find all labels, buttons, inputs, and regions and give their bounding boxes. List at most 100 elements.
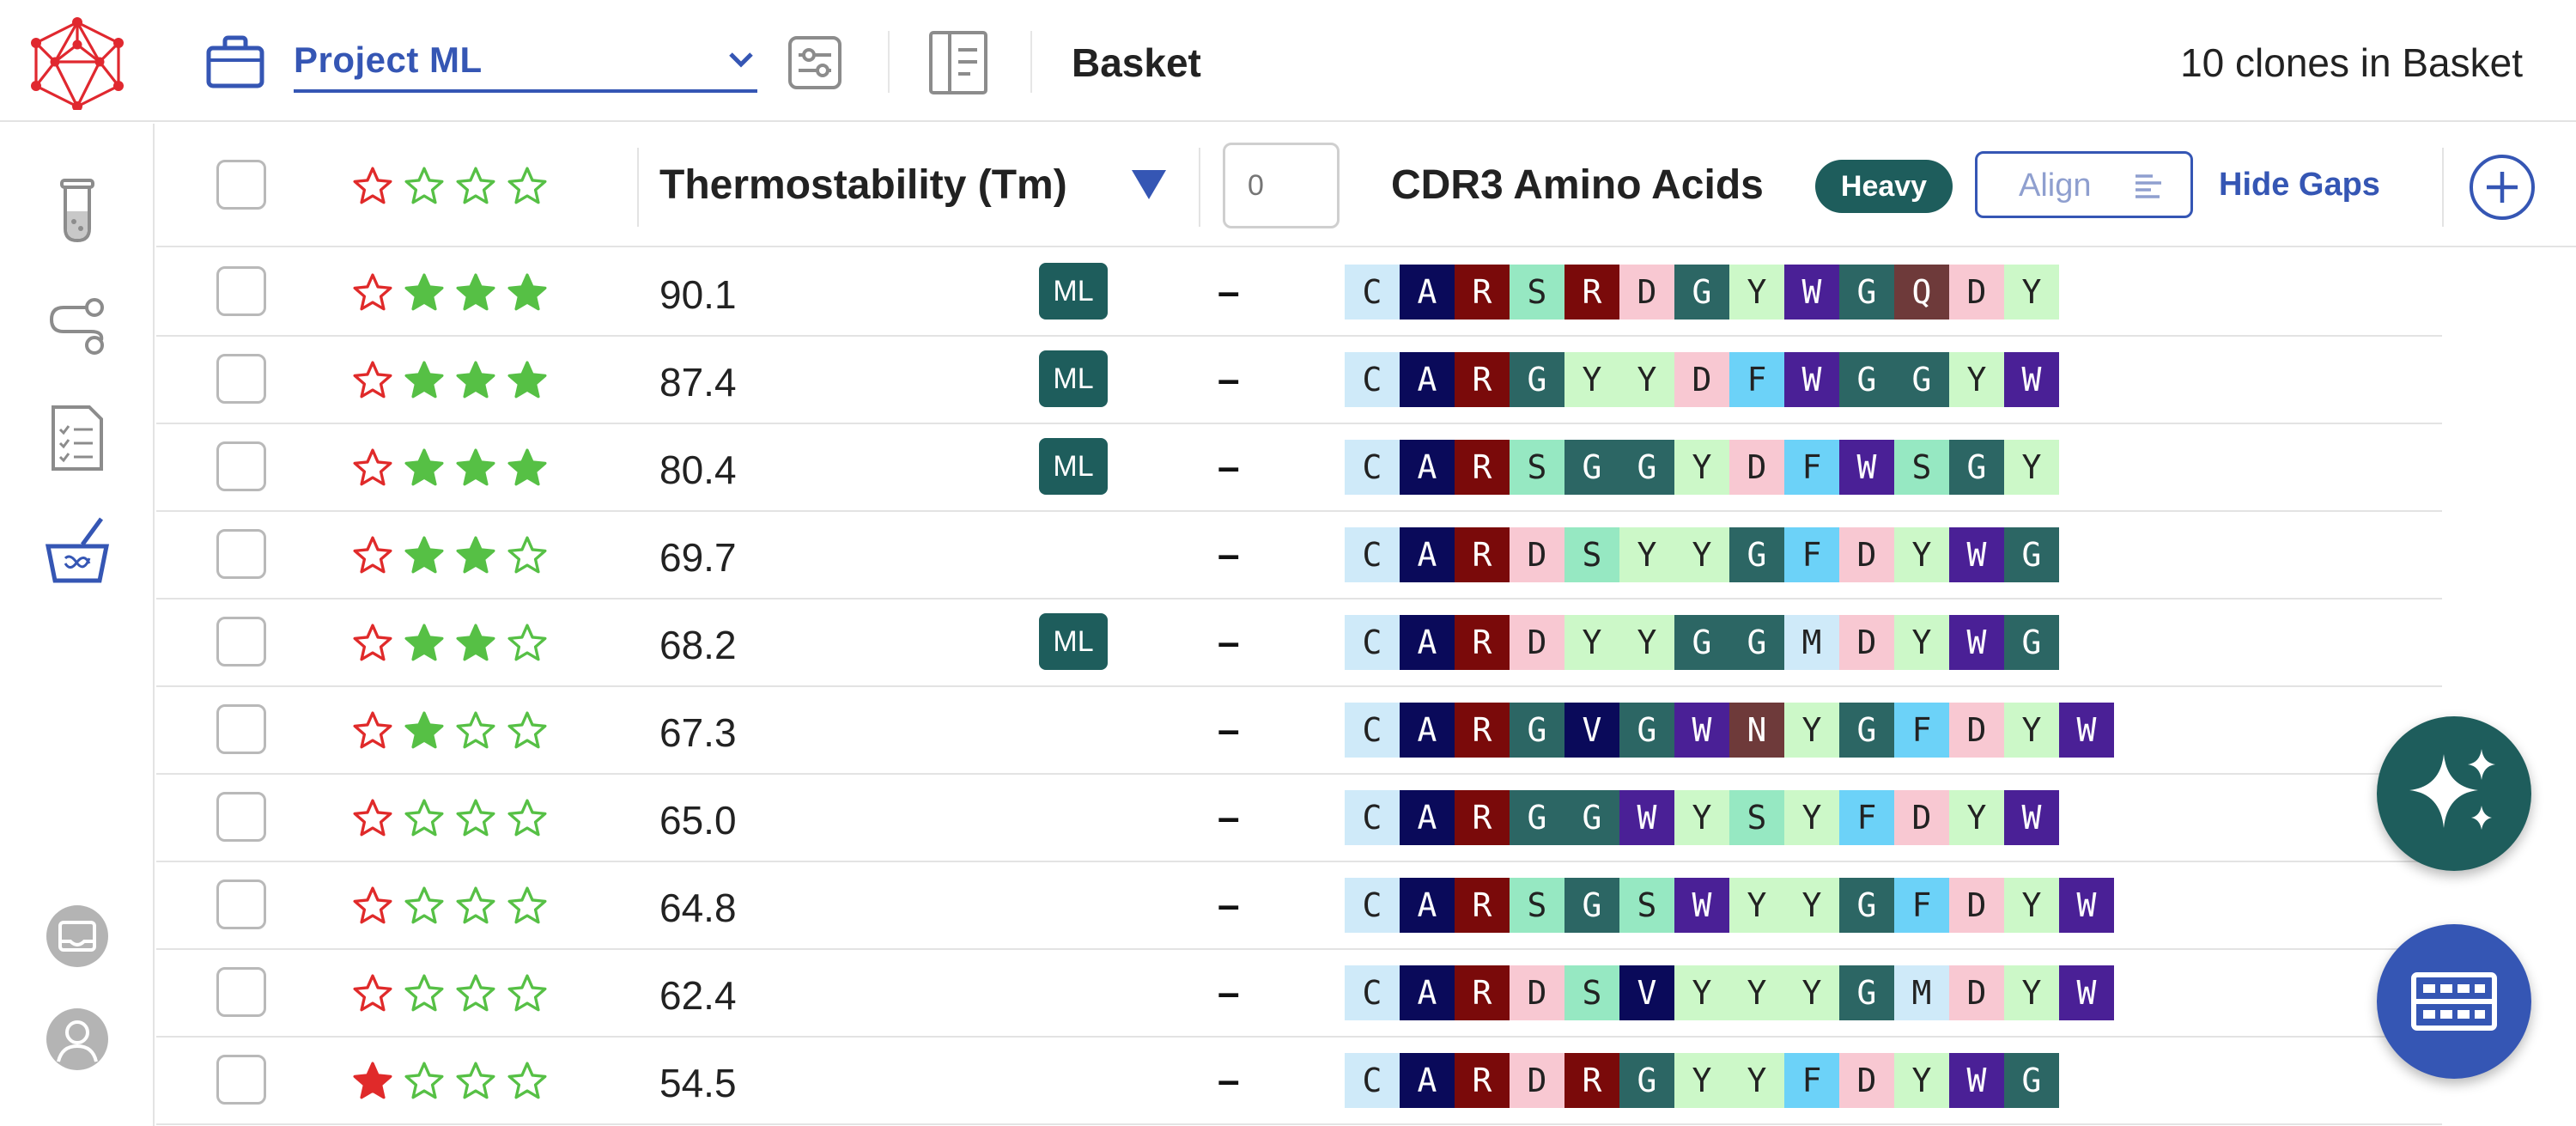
star-filled-icon[interactable] xyxy=(505,359,550,402)
star-filled-icon[interactable] xyxy=(402,359,447,402)
star-outline-icon[interactable] xyxy=(505,622,550,665)
table-row[interactable]: 69.7– C A R D S Y Y G F D Y W G xyxy=(156,512,2442,600)
star-filled-icon[interactable] xyxy=(402,271,447,314)
star-filled-icon[interactable] xyxy=(402,622,447,665)
star-outline-icon[interactable] xyxy=(453,797,498,840)
chain-heavy-toggle[interactable]: Heavy xyxy=(1815,160,1953,213)
test-tube-icon[interactable] xyxy=(43,177,112,246)
network-logo-icon[interactable] xyxy=(26,17,129,110)
table-row[interactable]: 68.2 ML – C A R D Y Y G G M D Y W G xyxy=(156,600,2442,687)
star-filled-icon[interactable] xyxy=(505,447,550,490)
star-outline-icon[interactable] xyxy=(350,797,395,840)
amino-acid-residue: C xyxy=(1345,440,1400,495)
project-select[interactable]: Project ML xyxy=(294,34,757,93)
star-filled-icon[interactable] xyxy=(350,1060,395,1103)
table-row[interactable]: 87.4 ML – C A R G Y Y D F W G G Y W xyxy=(156,337,2442,424)
amino-acid-residue: A xyxy=(1400,440,1455,495)
plus-circle-icon[interactable] xyxy=(2468,153,2537,222)
star-filled-icon[interactable] xyxy=(402,447,447,490)
amino-acid-residue: S xyxy=(1564,965,1619,1020)
star-filled-icon[interactable] xyxy=(453,534,498,577)
table-row[interactable]: 67.3– C A R G V G W N Y G F D Y W xyxy=(156,687,2442,775)
star-outline-icon[interactable] xyxy=(402,797,447,840)
sliders-icon[interactable] xyxy=(787,34,843,91)
amino-acid-residue: G xyxy=(1564,790,1619,845)
amino-acid-residue: D xyxy=(1949,703,2004,758)
table-row[interactable]: 90.1 ML – C A R S R D G Y W G Q D Y xyxy=(156,249,2442,337)
table-row[interactable]: 65.0– C A R G G W Y S Y F D Y W xyxy=(156,775,2442,862)
amino-acid-residue: G xyxy=(1894,352,1949,407)
sort-descending-icon[interactable] xyxy=(1130,168,1168,201)
star-outline-icon[interactable] xyxy=(350,622,395,665)
star-outline-icon[interactable] xyxy=(350,359,395,402)
star-outline-icon[interactable] xyxy=(402,885,447,928)
star-filled-icon[interactable] xyxy=(453,359,498,402)
table-row[interactable]: 80.4 ML – C A R S G G Y D F W S G Y xyxy=(156,424,2442,512)
star-outline-icon[interactable] xyxy=(350,165,395,208)
row-checkbox[interactable] xyxy=(216,266,266,316)
star-outline-icon[interactable] xyxy=(505,797,550,840)
amino-acid-residue: A xyxy=(1400,1053,1455,1108)
star-outline-icon[interactable] xyxy=(350,447,395,490)
ai-assistant-button[interactable] xyxy=(2377,716,2531,871)
hide-gaps-link[interactable]: Hide Gaps xyxy=(2219,167,2380,204)
star-filled-icon[interactable] xyxy=(453,447,498,490)
star-outline-icon[interactable] xyxy=(350,271,395,314)
star-outline-icon[interactable] xyxy=(402,165,447,208)
table-row[interactable]: 62.4– C A R D S V Y Y Y G M D Y W xyxy=(156,950,2442,1038)
star-outline-icon[interactable] xyxy=(453,885,498,928)
star-filled-icon[interactable] xyxy=(402,534,447,577)
row-checkbox[interactable] xyxy=(216,354,266,404)
star-outline-icon[interactable] xyxy=(453,165,498,208)
table-row[interactable]: 54.5– C A R D R G Y Y F D Y W G xyxy=(156,1038,2442,1125)
star-outline-icon[interactable] xyxy=(453,972,498,1015)
star-outline-icon[interactable] xyxy=(505,534,550,577)
row-checkbox[interactable] xyxy=(216,529,266,579)
star-outline-icon[interactable] xyxy=(350,709,395,752)
star-outline-icon[interactable] xyxy=(350,534,395,577)
star-outline-icon[interactable] xyxy=(505,885,550,928)
star-outline-icon[interactable] xyxy=(402,1060,447,1103)
star-outline-icon[interactable] xyxy=(453,1060,498,1103)
table-row[interactable]: 64.8– C A R S G S W Y Y G F D Y W xyxy=(156,862,2442,950)
amino-acid-residue: R xyxy=(1455,965,1510,1020)
row-checkbox[interactable] xyxy=(216,967,266,1017)
star-outline-icon[interactable] xyxy=(402,972,447,1015)
align-button[interactable]: Align xyxy=(1975,151,2193,218)
amino-acid-residue: A xyxy=(1400,265,1455,320)
row-checkbox[interactable] xyxy=(216,792,266,842)
star-outline-icon[interactable] xyxy=(505,972,550,1015)
row-checkbox[interactable] xyxy=(216,441,266,491)
row-checkbox[interactable] xyxy=(216,704,266,754)
star-outline-icon[interactable] xyxy=(350,885,395,928)
star-filled-icon[interactable] xyxy=(453,271,498,314)
user-icon[interactable] xyxy=(43,1005,112,1074)
star-outline-icon[interactable] xyxy=(505,709,550,752)
star-outline-icon[interactable] xyxy=(453,709,498,752)
row-checkbox[interactable] xyxy=(216,1055,266,1105)
amino-acid-residue: D xyxy=(1674,352,1729,407)
side-panel-icon[interactable] xyxy=(927,29,989,96)
cdr3-sequence: CARDSYYGFDYWG xyxy=(1345,527,2059,582)
amino-acid-residue: G xyxy=(1674,265,1729,320)
star-filled-icon[interactable] xyxy=(505,271,550,314)
table-view-button[interactable] xyxy=(2377,924,2531,1079)
star-filled-icon[interactable] xyxy=(402,709,447,752)
row-checkbox[interactable] xyxy=(216,879,266,929)
amino-acid-residue: Y xyxy=(1674,1053,1729,1108)
inbox-icon[interactable] xyxy=(43,902,112,971)
basket-icon[interactable] xyxy=(43,515,112,584)
star-outline-icon[interactable] xyxy=(505,165,550,208)
select-all-checkbox[interactable] xyxy=(216,160,266,210)
row-checkbox[interactable] xyxy=(216,617,266,666)
gap-filter-input[interactable] xyxy=(1223,143,1340,228)
amino-acid-residue: S xyxy=(1729,790,1784,845)
thermostability-column-header[interactable]: Thermostability (Tm) xyxy=(659,161,1067,209)
star-outline-icon[interactable] xyxy=(350,972,395,1015)
checklist-icon[interactable] xyxy=(43,404,112,472)
amino-acid-residue: D xyxy=(1949,265,2004,320)
star-filled-icon[interactable] xyxy=(453,622,498,665)
amino-acid-residue: C xyxy=(1345,615,1400,670)
star-outline-icon[interactable] xyxy=(505,1060,550,1103)
workflow-icon[interactable] xyxy=(43,290,112,359)
